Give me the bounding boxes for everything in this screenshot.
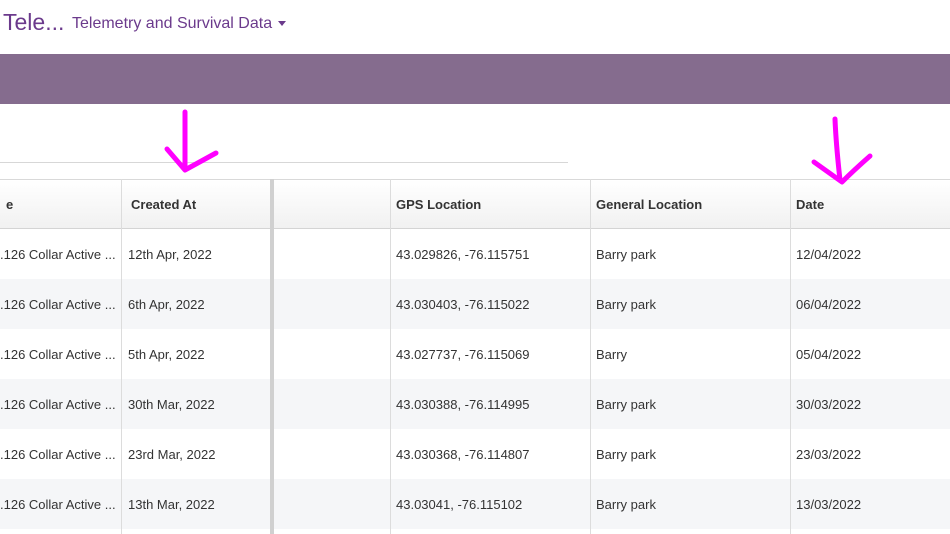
column-header-general-location[interactable]: General Location [590,180,790,228]
column-header-blank[interactable] [272,180,390,228]
data-menu-dropdown[interactable]: Telemetry and Survival Data [72,15,287,33]
column-header-date-label: Date [796,196,825,212]
table-row[interactable]: .126 Collar Active ... 30th Mar, 2022 43… [0,379,950,429]
column-header-status[interactable]: e [0,180,122,228]
gps-location-cell[interactable]: 43.030403, -76.115022 [390,279,590,329]
table-row[interactable]: .126 Collar Active ... 5th Apr, 2022 43.… [0,329,950,379]
data-menu-label: Telemetry and Survival Data [72,15,273,32]
general-location-cell[interactable]: Barry park [590,479,790,529]
app-title[interactable]: Tele... [3,9,64,36]
column-divider[interactable] [390,179,391,534]
pinned-columns-divider[interactable] [270,179,274,534]
gps-location-cell[interactable]: 43.030388, -76.114995 [390,379,590,429]
gps-location-cell[interactable]: 43.027737, -76.115069 [390,329,590,379]
blank-cell [272,229,390,279]
column-divider[interactable] [121,179,122,534]
date-cell[interactable]: 05/04/2022 [790,329,950,379]
blank-cell [272,479,390,529]
top-navbar: Tele... Telemetry and Survival Data [0,0,950,54]
column-header-general-label: General Location [596,196,703,212]
date-cell[interactable]: 13/03/2022 [790,479,950,529]
column-header-gps-label: GPS Location [396,196,482,212]
created-at-cell[interactable]: 5th Apr, 2022 [122,329,272,379]
created-at-cell[interactable]: 13th Mar, 2022 [122,479,272,529]
gps-location-cell[interactable]: 43.029826, -76.115751 [390,229,590,279]
table-row[interactable]: .126 Collar Active ... 12th Apr, 2022 43… [0,229,950,279]
annotation-arrow-icon [811,116,873,185]
general-location-cell[interactable]: Barry park [590,229,790,279]
date-cell[interactable]: 12/04/2022 [790,229,950,279]
status-value: .126 Collar Active ... [0,296,116,312]
general-location-cell[interactable]: Barry [590,329,790,379]
created-at-cell[interactable]: 23rd Mar, 2022 [122,429,272,479]
status-value: .126 Collar Active ... [0,496,116,512]
blank-cell [272,379,390,429]
created-at-cell[interactable]: 30th Mar, 2022 [122,379,272,429]
table-row[interactable]: .126 Collar Active ... 23rd Mar, 2022 43… [0,429,950,479]
search-field-underline [0,162,568,163]
column-divider[interactable] [790,179,791,534]
table-row[interactable]: .126 Collar Active ... 6th Apr, 2022 43.… [0,279,950,329]
annotation-arrow-icon [164,109,219,173]
status-value: .126 Collar Active ... [0,246,116,262]
status-cell[interactable]: .126 Collar Active ... [0,379,122,429]
status-cell[interactable]: .126 Collar Active ... [0,279,122,329]
gps-location-cell[interactable]: 43.03041, -76.115102 [390,479,590,529]
column-header-status-label: e [6,196,14,212]
status-cell[interactable]: .126 Collar Active ... [0,429,122,479]
status-value: .126 Collar Active ... [0,396,116,412]
column-header-created-at-label: Created At [131,196,197,212]
blank-cell [272,429,390,479]
status-cell[interactable]: .126 Collar Active ... [0,329,122,379]
page-header-band [0,54,950,104]
status-cell[interactable]: .126 Collar Active ... [0,229,122,279]
column-divider[interactable] [590,179,591,534]
column-header-gps-location[interactable]: GPS Location [390,180,590,228]
general-location-cell[interactable]: Barry park [590,429,790,479]
status-cell[interactable]: .126 Collar Active ... [0,479,122,529]
blank-cell [272,279,390,329]
gps-location-cell[interactable]: 43.030368, -76.114807 [390,429,590,479]
column-header-created-at[interactable]: Created At [122,180,272,228]
date-cell[interactable]: 23/03/2022 [790,429,950,479]
data-grid: e Created At GPS Location General Locati… [0,179,950,534]
date-cell[interactable]: 30/03/2022 [790,379,950,429]
general-location-cell[interactable]: Barry park [590,379,790,429]
caret-down-icon [278,21,287,27]
created-at-cell[interactable]: 6th Apr, 2022 [122,279,272,329]
date-cell[interactable]: 06/04/2022 [790,279,950,329]
general-location-cell[interactable]: Barry park [590,279,790,329]
created-at-cell[interactable]: 12th Apr, 2022 [122,229,272,279]
table-row[interactable]: .126 Collar Active ... 13th Mar, 2022 43… [0,479,950,529]
status-value: .126 Collar Active ... [0,446,116,462]
blank-cell [272,329,390,379]
status-value: .126 Collar Active ... [0,346,116,362]
